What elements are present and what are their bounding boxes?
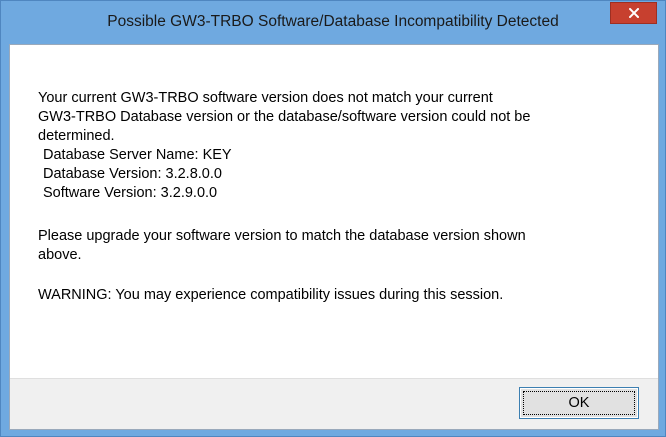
dialog-title: Possible GW3-TRBO Software/Database Inco…: [107, 13, 559, 30]
message-line: GW3-TRBO Database version or the databas…: [38, 109, 531, 125]
software-version-text: Software Version: 3.2.9.0.0: [43, 185, 218, 201]
warning-message: WARNING: You may experience compatibilit…: [38, 287, 504, 303]
title-bar[interactable]: Possible GW3-TRBO Software/Database Inco…: [1, 1, 665, 44]
message-line: Your current GW3-TRBO software version d…: [38, 90, 493, 106]
upgrade-message: Please upgrade your software version to …: [38, 228, 526, 244]
upgrade-message: above.: [38, 247, 82, 263]
focus-rectangle: [523, 391, 635, 415]
ok-button[interactable]: OK: [519, 387, 639, 419]
server-name-text: Database Server Name: KEY: [43, 147, 232, 163]
message-line: determined.: [38, 128, 115, 144]
dialog-window: Possible GW3-TRBO Software/Database Inco…: [0, 0, 666, 437]
message-text: Your current GW3-TRBO software version d…: [38, 89, 638, 305]
close-icon: [628, 8, 639, 18]
database-version-text: Database Version: 3.2.8.0.0: [43, 166, 222, 182]
button-bar: OK: [10, 378, 658, 429]
close-button[interactable]: [610, 2, 657, 24]
dialog-body: Your current GW3-TRBO software version d…: [9, 44, 659, 430]
